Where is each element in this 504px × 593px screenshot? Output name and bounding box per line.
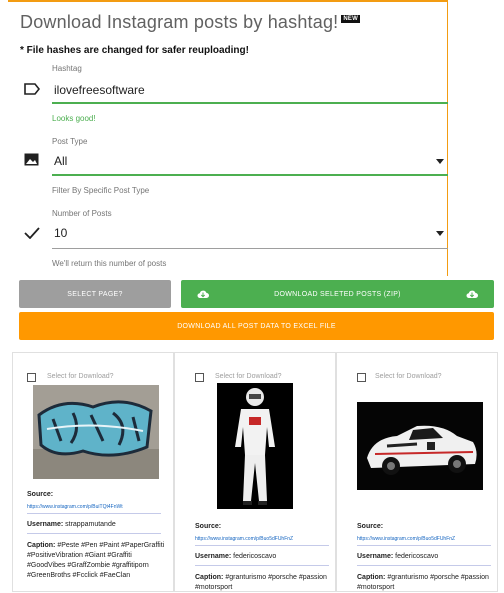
select-checkbox[interactable] — [357, 373, 366, 382]
divider — [27, 533, 161, 534]
caption-label: Caption: — [195, 574, 224, 581]
post-thumbnail — [217, 383, 293, 509]
post-type-select[interactable]: All — [54, 154, 67, 168]
select-checkbox[interactable] — [27, 373, 36, 382]
post-type-helper: Filter By Specific Post Type — [52, 186, 150, 195]
username-row: Username: strappamutande — [27, 521, 116, 528]
source-link[interactable]: https://www.instagram.com/p/Buo5dFUhFnZ — [195, 536, 293, 542]
select-page-button[interactable]: SELECT PAGE? — [19, 280, 171, 308]
divider — [27, 513, 161, 514]
username-label: Username: — [357, 553, 394, 560]
post-card: Select for Download? Source: https://www… — [174, 352, 336, 592]
num-posts-underline — [52, 248, 448, 249]
caret-down-icon[interactable] — [436, 159, 444, 164]
post-type-underline — [52, 174, 448, 176]
caret-down-icon[interactable] — [436, 231, 444, 236]
caption-label: Caption: — [27, 542, 56, 549]
divider — [357, 565, 491, 566]
num-posts-helper: We'll return this number of posts — [52, 259, 167, 268]
select-page-label: SELECT PAGE? — [67, 290, 123, 298]
download-excel-label: DOWNLOAD ALL POST DATA TO EXCEL FILE — [177, 322, 336, 330]
hash-note: * File hashes are changed for safer reup… — [20, 45, 249, 56]
source-label: Source: — [27, 491, 54, 498]
divider — [357, 545, 491, 546]
download-selected-label: DOWNLOAD SELETED POSTS (ZIP) — [274, 290, 401, 298]
caption-label: Caption: — [357, 574, 386, 581]
username-row: Username: federicoscavo — [195, 553, 276, 560]
caption-row: Caption: #granturismo #porsche #passion … — [195, 573, 335, 593]
label-outline-icon — [24, 82, 41, 100]
cloud-download-icon — [197, 289, 209, 299]
hashtag-input[interactable]: ilovefreesoftware — [54, 83, 145, 97]
post-thumbnail — [33, 385, 159, 479]
hashtag-helper: Looks good! — [52, 114, 96, 123]
image-icon — [24, 153, 39, 171]
source-label: Source: — [195, 523, 222, 530]
num-posts-select[interactable]: 10 — [54, 226, 67, 240]
select-label: Select for Download? — [47, 373, 114, 380]
divider — [195, 545, 329, 546]
post-thumbnail — [357, 402, 483, 490]
username-label: Username: — [27, 521, 64, 528]
select-label: Select for Download? — [375, 373, 442, 380]
title-text: Download Instagram posts by hashtag! — [20, 12, 339, 32]
post-card: Select for Download? Source: https://www… — [336, 352, 498, 592]
new-badge: NEW — [341, 15, 360, 23]
username-value: strappamutande — [65, 521, 116, 528]
download-selected-button[interactable]: DOWNLOAD SELETED POSTS (ZIP) — [181, 280, 494, 308]
source-link[interactable]: https://www.instagram.com/p/Buo5dFUhFnZ — [357, 536, 455, 542]
select-label: Select for Download? — [215, 373, 282, 380]
username-row: Username: federicoscavo — [357, 553, 438, 560]
source-link[interactable]: https://www.instagram.com/p/BuiTQt4FnWt — [27, 504, 123, 510]
post-card: Select for Download? Source: https://www… — [12, 352, 174, 592]
hashtag-underline — [52, 102, 448, 104]
select-checkbox[interactable] — [195, 373, 204, 382]
divider — [195, 565, 329, 566]
caption-row: Caption: #granturismo #porsche #passion … — [357, 573, 497, 593]
page-title: Download Instagram posts by hashtag! NEW — [20, 12, 360, 33]
download-excel-button[interactable]: DOWNLOAD ALL POST DATA TO EXCEL FILE — [19, 312, 494, 340]
username-value: federicoscavo — [395, 553, 439, 560]
post-type-label: Post Type — [52, 137, 88, 146]
caption-row: Caption: #Peste #Pen #Paint #PaperGraffi… — [27, 541, 167, 581]
check-icon — [24, 226, 40, 244]
cloud-download-icon — [466, 289, 478, 299]
num-posts-label: Number of Posts — [52, 209, 112, 218]
source-label: Source: — [357, 523, 384, 530]
username-label: Username: — [195, 553, 232, 560]
search-panel: Download Instagram posts by hashtag! NEW … — [8, 0, 448, 276]
hashtag-label: Hashtag — [52, 64, 82, 73]
username-value: federicoscavo — [233, 553, 277, 560]
